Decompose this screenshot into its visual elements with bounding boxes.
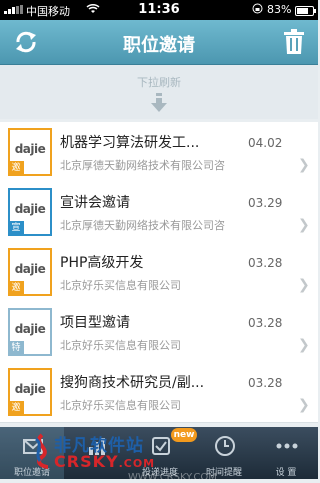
company-logo: dajie 邀 — [8, 128, 52, 176]
logo-text: dajie — [14, 382, 46, 396]
invite-date: 04.02 — [248, 136, 283, 150]
tab-settings[interactable]: 设 置 — [254, 427, 318, 479]
logo-text: dajie — [14, 142, 46, 156]
pull-to-refresh: 下拉刷新 — [0, 65, 318, 119]
company-name: 北京厚德天勤网络技术有限公司咨 — [60, 159, 225, 172]
company-logo: dajie 邀 — [8, 248, 52, 296]
company-name: 北京厚德天勤网络技术有限公司咨 — [60, 219, 225, 232]
job-title: 搜狗商技术研究员/副... — [60, 375, 205, 391]
tag-badge: 邀 — [8, 401, 24, 416]
company-logo: dajie 邀 — [8, 368, 52, 416]
invite-date: 03.28 — [248, 376, 283, 390]
tag-badge: 邀 — [8, 281, 24, 296]
chevron-right-icon: ❯ — [298, 157, 310, 173]
chevron-right-icon: ❯ — [298, 337, 310, 353]
watermark-suffix: .COM — [118, 457, 156, 470]
arrow-down-icon — [150, 93, 168, 113]
battery-percent: 83% — [267, 3, 292, 16]
chevron-right-icon: ❯ — [298, 397, 310, 413]
logo-text: dajie — [14, 262, 46, 276]
job-title: 项目型邀请 — [60, 315, 130, 331]
list-item[interactable]: dajie 邀 PHP高级开发 03.28 北京好乐买信息有限公司 ❯ — [0, 242, 318, 303]
rotation-lock-icon — [252, 3, 263, 17]
tag-badge: 宣 — [8, 221, 24, 236]
list-item[interactable]: dajie 宣 宣讲会邀请 03.29 北京厚德天勤网络技术有限公司咨 ❯ — [0, 182, 318, 243]
trash-icon[interactable] — [282, 29, 306, 55]
company-name: 北京好乐买信息有限公司 — [60, 339, 181, 352]
job-title: PHP高级开发 — [60, 255, 144, 271]
status-bar: 中国移动 11:36 83% — [0, 0, 318, 20]
company-logo: dajie 宣 — [8, 188, 52, 236]
page-title: 职位邀请 — [123, 35, 195, 56]
tag-badge: 邀 — [8, 161, 24, 176]
company-name: 北京好乐买信息有限公司 — [60, 399, 181, 412]
tab-label: 设 置 — [275, 468, 297, 478]
swirl-logo-icon — [30, 433, 54, 469]
watermark-line2: CRSKY.COM — [54, 452, 155, 471]
navigation-bar: 职位邀请 — [0, 20, 318, 65]
company-name: 北京好乐买信息有限公司 — [60, 279, 181, 292]
logo-text: dajie — [14, 202, 46, 216]
watermark-logo: 非凡软件站 CRSKY.COM — [30, 431, 180, 475]
job-title: 宣讲会邀请 — [60, 195, 130, 211]
invite-date: 03.28 — [248, 316, 283, 330]
clock-icon — [214, 435, 236, 457]
invite-date: 03.28 — [248, 256, 283, 270]
list-item[interactable]: dajie 邀 搜狗商技术研究员/副... 03.28 北京好乐买信息有限公司 … — [0, 362, 318, 423]
chevron-right-icon: ❯ — [298, 277, 310, 293]
battery-icon — [295, 6, 316, 16]
job-title: 机器学习算法研发工... — [60, 135, 200, 151]
list-item[interactable]: dajie 邀 机器学习算法研发工... 04.02 北京厚德天勤网络技术有限公… — [0, 122, 318, 183]
more-icon — [276, 435, 298, 457]
chevron-right-icon: ❯ — [298, 217, 310, 233]
company-logo: dajie 特 — [8, 308, 52, 356]
watermark-site: WWW.CRSKY.COM — [128, 472, 217, 483]
watermark-brand: CRSKY — [54, 452, 119, 471]
list-item[interactable]: dajie 特 项目型邀请 03.28 北京好乐买信息有限公司 ❯ — [0, 302, 318, 363]
pull-to-refresh-label: 下拉刷新 — [137, 76, 181, 89]
invite-date: 03.29 — [248, 196, 283, 210]
tag-badge: 特 — [8, 341, 24, 356]
logo-text: dajie — [14, 322, 46, 336]
